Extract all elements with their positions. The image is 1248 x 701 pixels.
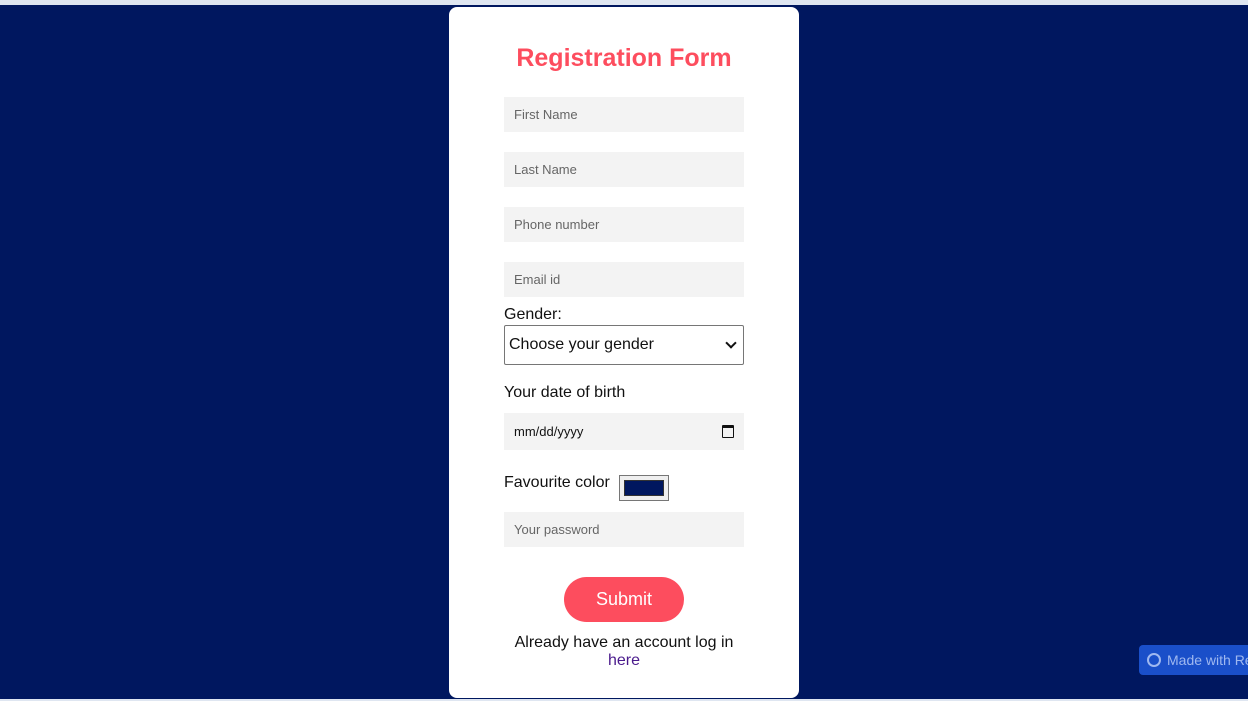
form-title: Registration Form: [516, 44, 732, 72]
chevron-down-icon: [725, 337, 737, 349]
dob-input[interactable]: mm/dd/yyyy: [504, 413, 744, 450]
gender-select[interactable]: Choose your gender: [504, 325, 744, 365]
color-picker[interactable]: [619, 475, 669, 501]
password-input[interactable]: [504, 512, 744, 547]
made-with-badge[interactable]: Made with Re: [1139, 645, 1248, 675]
phone-input[interactable]: [504, 207, 744, 242]
first-name-input[interactable]: [504, 97, 744, 132]
login-prompt: Already have an account log in here: [449, 634, 799, 670]
dob-placeholder: mm/dd/yyyy: [514, 424, 584, 439]
registration-card: Registration Form Gender: Choose your ge…: [449, 7, 799, 698]
email-input[interactable]: [504, 262, 744, 297]
gender-selected-value: Choose your gender: [509, 336, 654, 353]
gender-label: Gender:: [504, 306, 562, 323]
login-link[interactable]: here: [608, 652, 640, 669]
color-swatch: [624, 480, 664, 496]
replit-logo-icon: [1147, 653, 1161, 667]
badge-label: Made with Re: [1167, 652, 1248, 668]
login-text: Already have an account log in: [514, 634, 734, 651]
submit-button[interactable]: Submit: [564, 577, 684, 622]
browser-top-strip: [0, 0, 1248, 5]
calendar-icon[interactable]: [722, 425, 734, 438]
dob-label: Your date of birth: [504, 384, 626, 401]
color-label: Favourite color: [504, 474, 610, 491]
last-name-input[interactable]: [504, 152, 744, 187]
